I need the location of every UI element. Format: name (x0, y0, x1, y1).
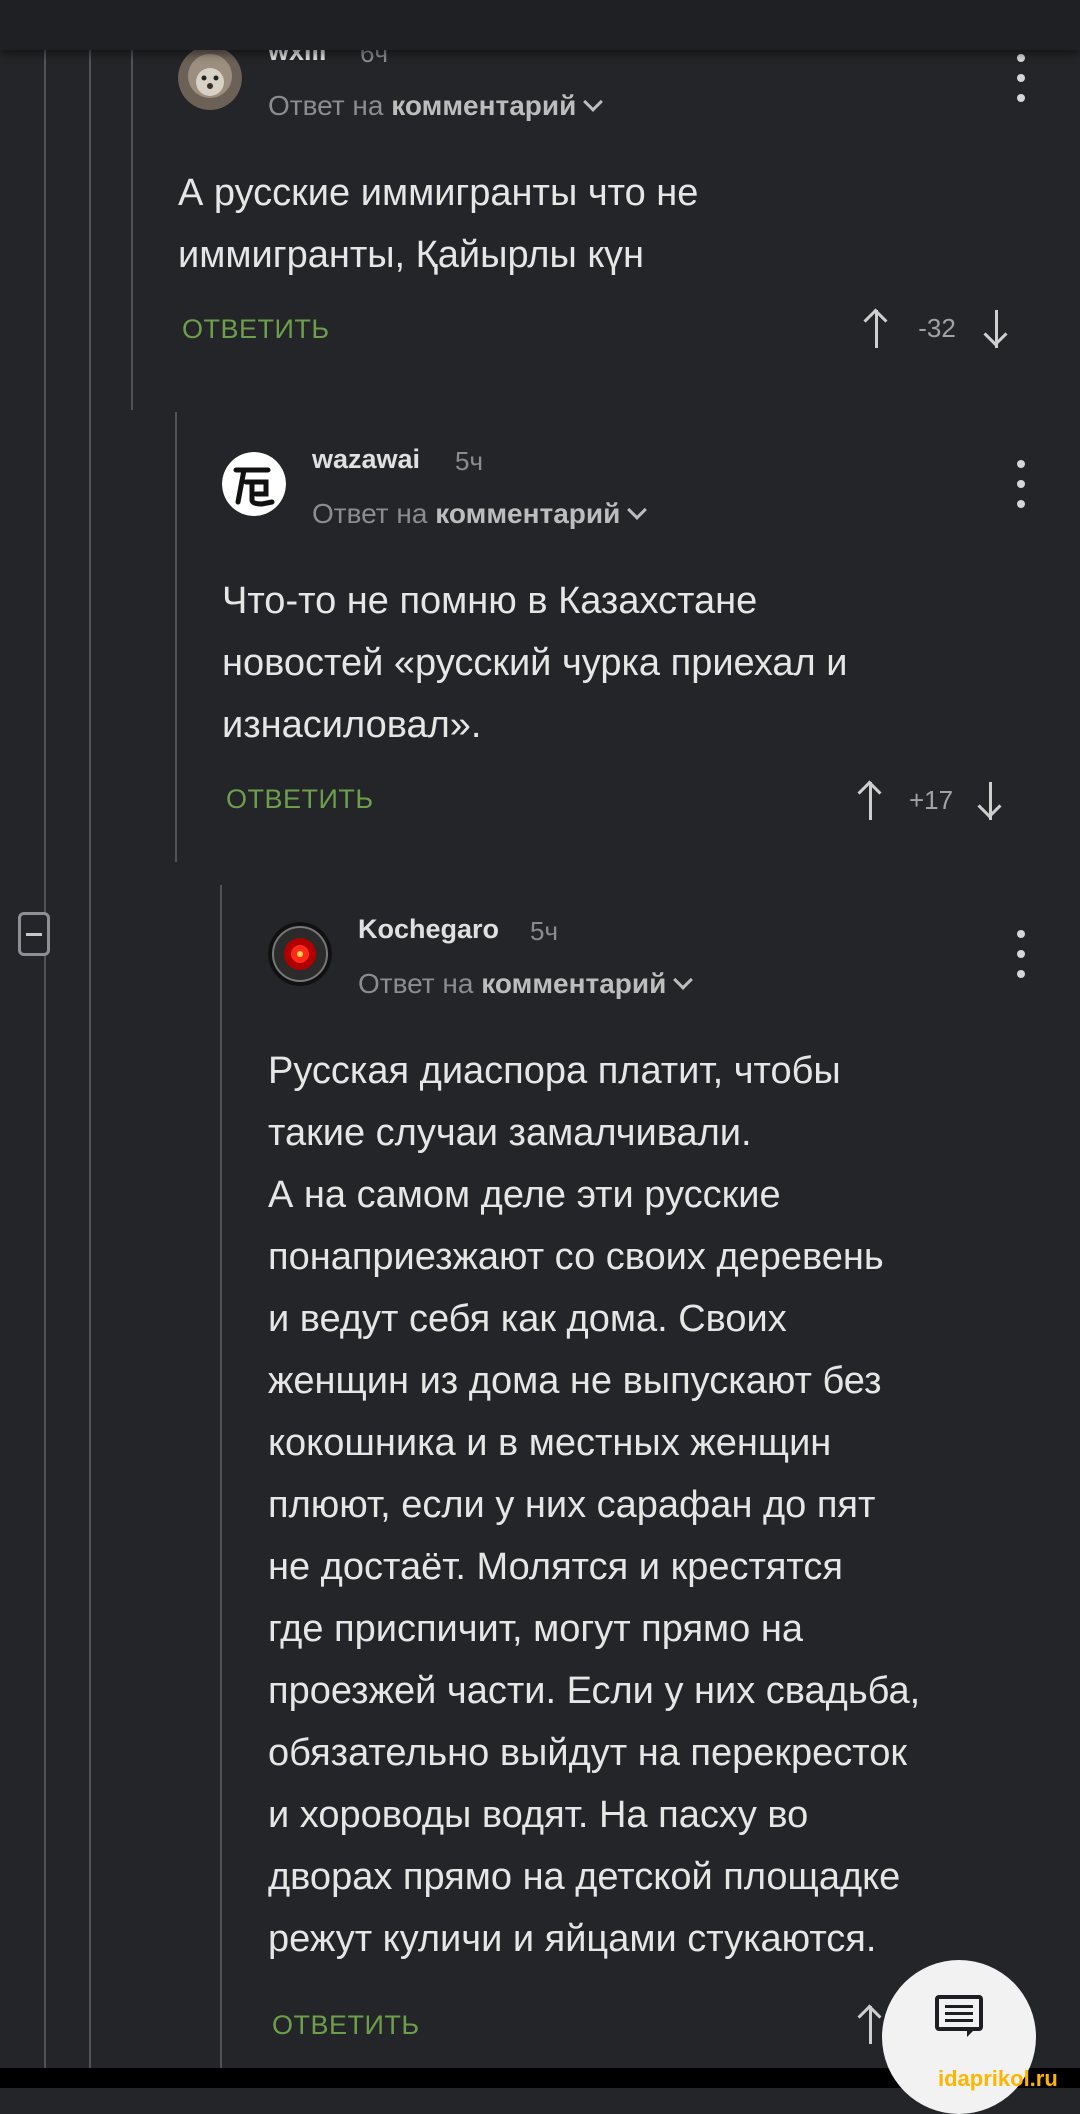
reply-button[interactable]: ОТВЕТИТЬ (272, 2010, 420, 2041)
comment-username[interactable]: wazawai (312, 444, 420, 475)
reply-to-link[interactable]: Ответ на комментарий (268, 90, 604, 122)
reply-to-prefix: Ответ на (268, 90, 384, 121)
avatar[interactable] (178, 46, 242, 110)
watermark: idaprikol.ru (938, 2066, 1058, 2091)
chevron-down-icon (583, 92, 604, 112)
comment-score: -32 (918, 312, 956, 343)
reply-to-target: комментарий (481, 968, 667, 999)
reply-to-link[interactable]: Ответ на комментарий (358, 968, 694, 1000)
thread-line (220, 885, 222, 2070)
comment-text: Что-то не помню в Казахстане новостей «р… (222, 580, 848, 746)
avatar[interactable] (222, 452, 286, 516)
vote-control: +17 (856, 778, 1006, 822)
vote-control: -32 (862, 306, 1012, 350)
top-bar (0, 0, 1080, 50)
reply-to-link[interactable]: Ответ на комментарий (312, 498, 648, 530)
upvote-arrow-up-icon[interactable] (862, 306, 892, 350)
reply-to-target: комментарий (435, 498, 621, 529)
more-options-button[interactable] (1006, 460, 1036, 508)
collapse-thread-button[interactable] (18, 912, 50, 956)
comment-text: Русская диаспора платит, чтобы такие слу… (268, 1050, 921, 1960)
thread-line (131, 50, 133, 410)
comment-username[interactable]: Kochegaro (358, 914, 499, 945)
reply-to-prefix: Ответ на (358, 968, 474, 999)
collapse-minus-icon (26, 932, 42, 936)
reply-button[interactable]: ОТВЕТИТЬ (182, 314, 330, 345)
comment-text: А русские иммигранты что не иммигранты, … (178, 172, 699, 276)
avatar-hal9000-icon (268, 922, 332, 986)
avatar-hedgehog-icon (178, 46, 242, 110)
comment-time: 5ч (455, 446, 484, 476)
chevron-down-icon (627, 500, 648, 520)
reply-to-target: комментарий (391, 90, 577, 121)
more-options-button[interactable] (1006, 930, 1036, 978)
avatar[interactable] (268, 922, 332, 986)
avatar-kanji-icon (222, 452, 286, 516)
thread-line (175, 412, 177, 862)
upvote-arrow-up-icon[interactable] (856, 778, 886, 822)
comment-score: +17 (908, 784, 954, 815)
downvote-arrow-down-icon[interactable] (976, 778, 1006, 822)
thread-line (89, 50, 91, 2070)
comment-icon (935, 1995, 983, 2039)
reply-button[interactable]: ОТВЕТИТЬ (226, 784, 374, 815)
comment-time: 5ч (530, 916, 559, 946)
more-options-button[interactable] (1006, 54, 1036, 102)
thread-line (44, 50, 46, 2070)
reply-to-prefix: Ответ на (312, 498, 428, 529)
downvote-arrow-down-icon[interactable] (982, 306, 1012, 350)
chevron-down-icon (673, 970, 694, 990)
